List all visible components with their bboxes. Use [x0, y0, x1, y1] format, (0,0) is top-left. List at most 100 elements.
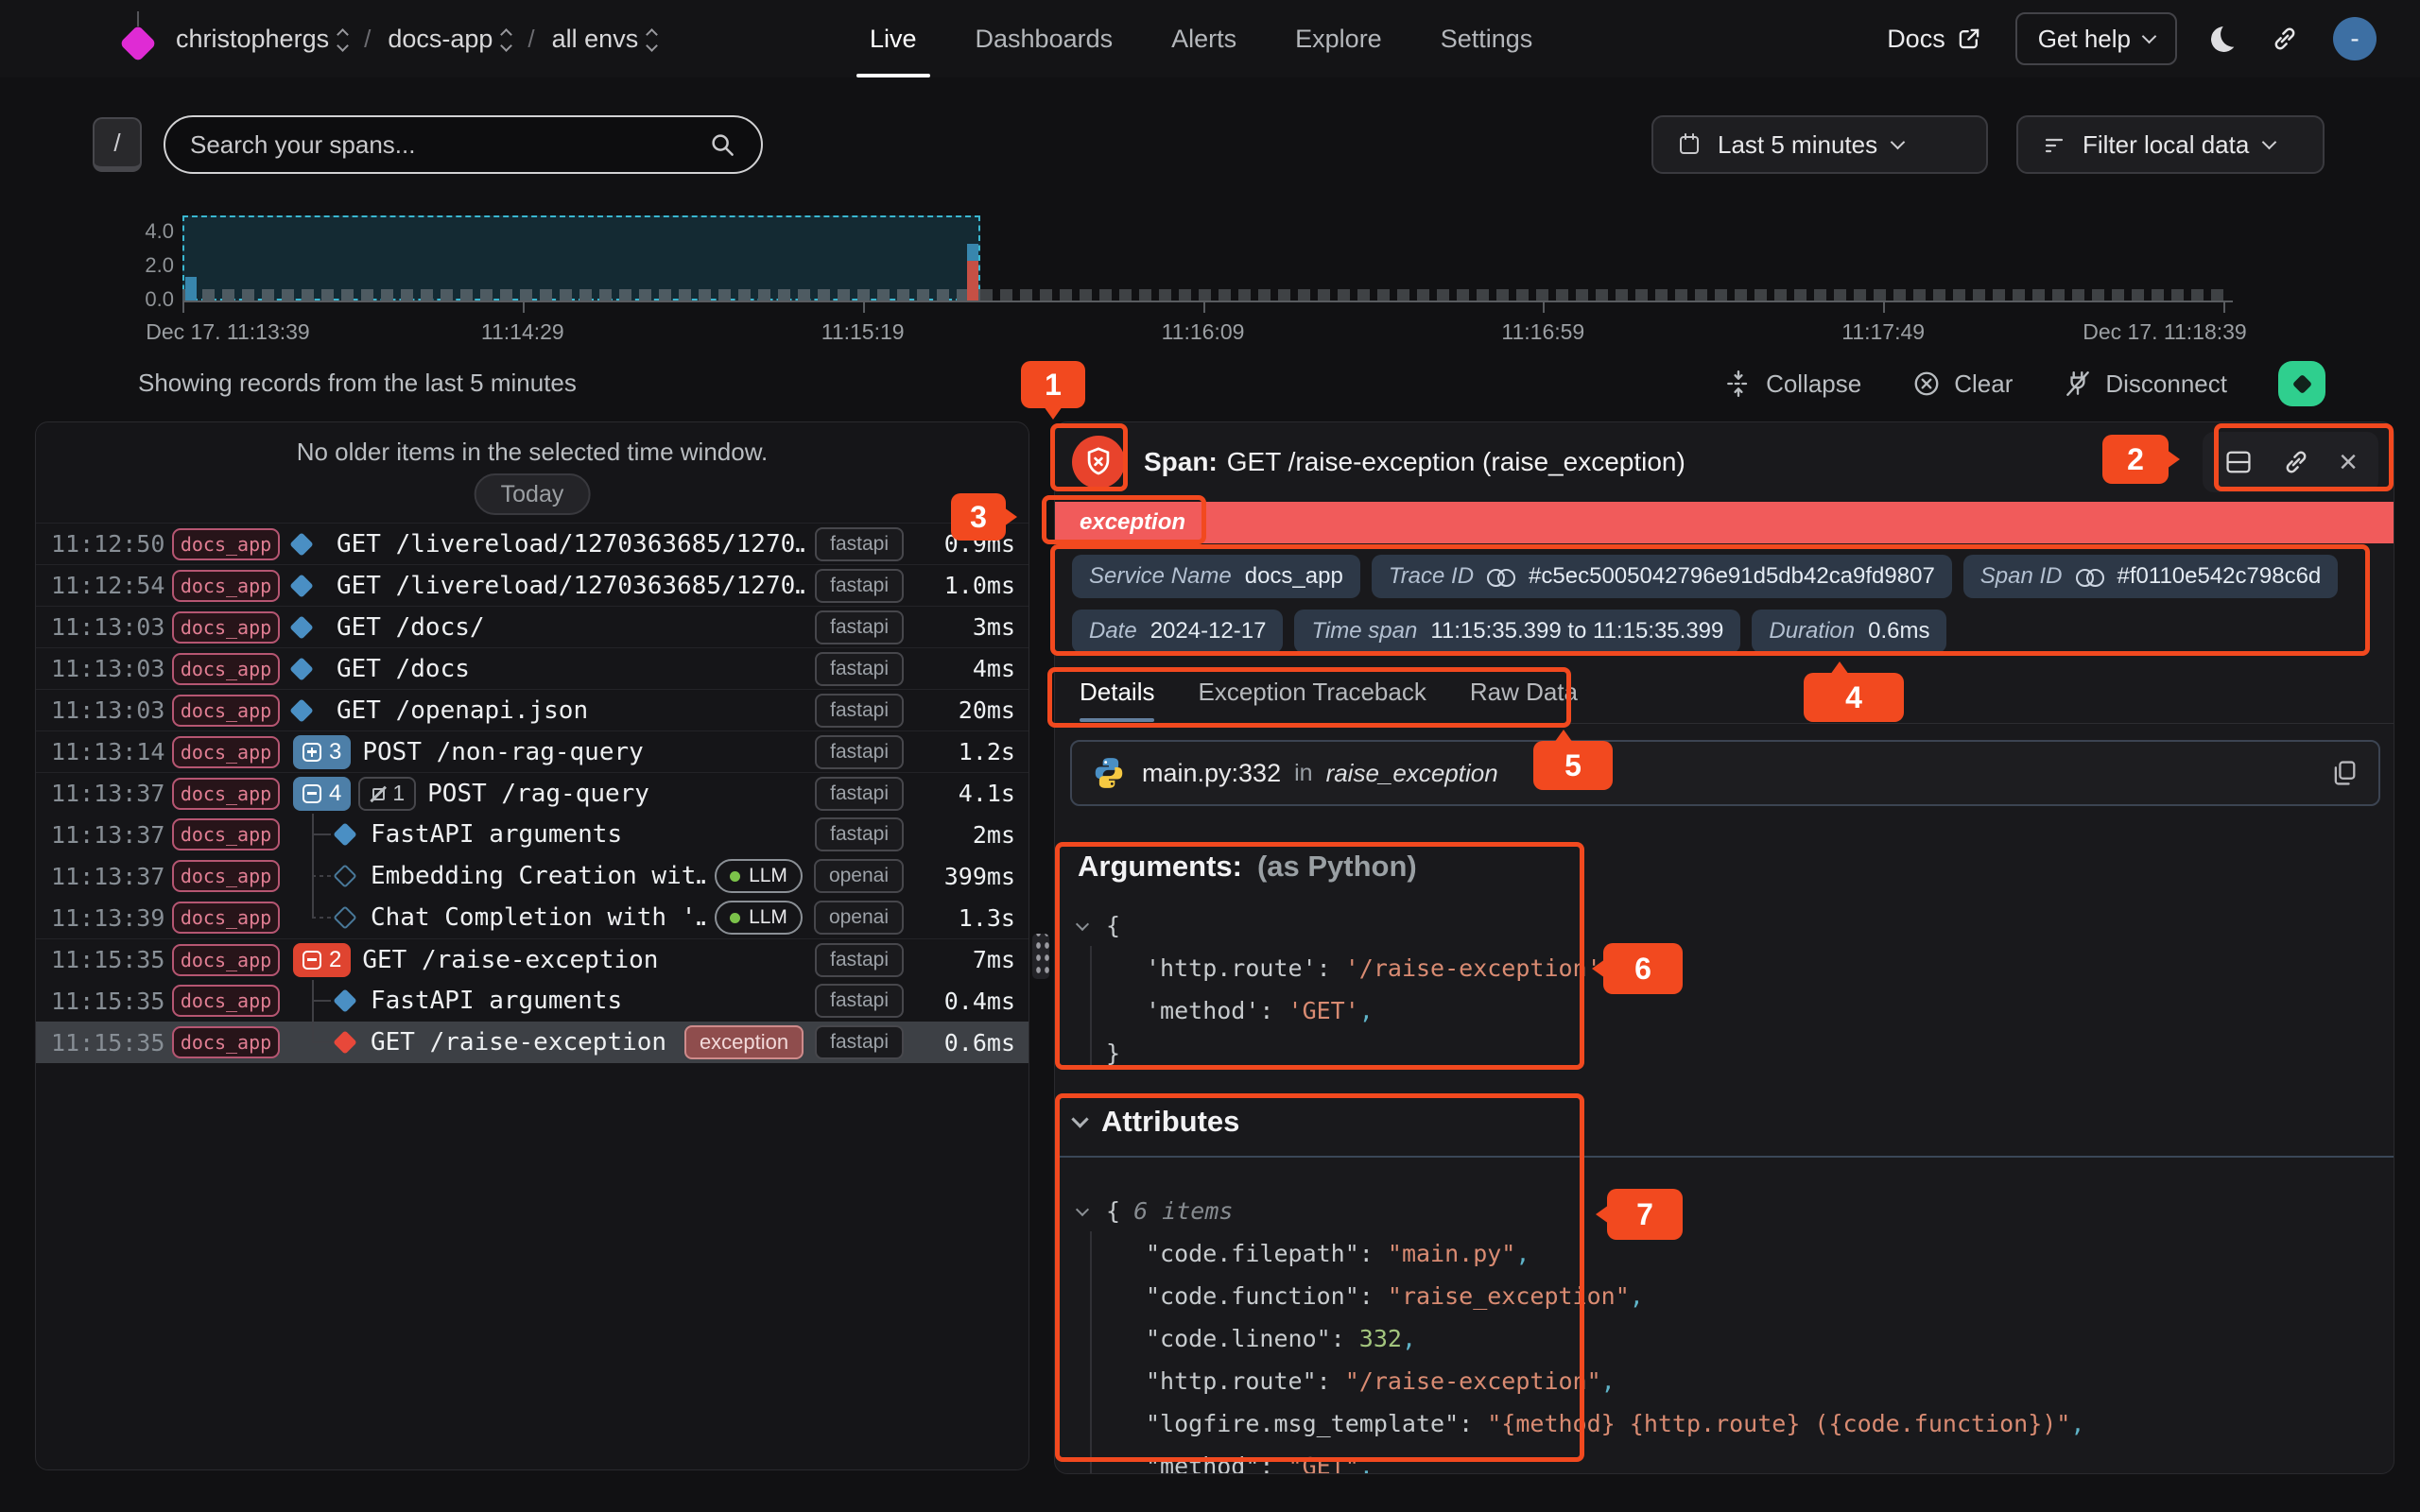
span-list-item[interactable]: 11:15:35docs_app2GET /raise-exceptionfas…	[36, 938, 1028, 980]
attributes-heading[interactable]: Attributes	[1074, 1105, 1239, 1139]
scope-chip[interactable]: fastapi	[815, 777, 904, 811]
span-list-item[interactable]: 11:13:37docs_appEmbedding Creation wit…L…	[36, 855, 1028, 897]
exception-chip[interactable]: exception	[684, 1025, 804, 1059]
calendar-icon	[1676, 131, 1703, 158]
panel-resize-handle[interactable]	[1032, 934, 1049, 979]
llm-pill[interactable]: LLM	[715, 859, 803, 893]
split-view-button[interactable]	[2223, 448, 2254, 476]
span-list-item[interactable]: 11:13:14docs_app3POST /non-rag-queryfast…	[36, 730, 1028, 772]
chevron-down-icon	[2142, 29, 2157, 44]
close-icon[interactable]: ×	[2339, 446, 2358, 478]
hidden-spans-badge[interactable]: 1	[358, 777, 416, 811]
span-list-item[interactable]: 11:12:54docs_appGET /livereload/12703636…	[36, 564, 1028, 606]
logfire-logo-icon[interactable]	[121, 17, 155, 60]
span-list-item[interactable]: 11:13:03docs_appGET /docs/fastapi3ms	[36, 606, 1028, 647]
span-icon-cell	[293, 814, 359, 855]
service-chip[interactable]: docs_app	[172, 985, 280, 1017]
scope-chip[interactable]: fastapi	[815, 569, 904, 603]
theme-toggle-button[interactable]	[2211, 26, 2237, 52]
scope-chip[interactable]: openai	[814, 859, 904, 893]
collapse-button[interactable]: Collapse	[1724, 369, 1861, 399]
docs-label: Docs	[1887, 25, 1945, 54]
expand-collapse-badge[interactable]: 4	[293, 777, 351, 811]
filter-button[interactable]: Filter local data	[2016, 115, 2325, 174]
histogram-bar	[967, 261, 978, 301]
tab-alerts[interactable]: Alerts	[1171, 0, 1236, 77]
link-icon	[2271, 25, 2299, 53]
scope-chip[interactable]: openai	[814, 901, 904, 935]
collapse-icon	[1724, 369, 1753, 398]
service-chip[interactable]: docs_app	[172, 778, 280, 810]
search-input[interactable]	[190, 130, 708, 160]
code-line: }	[1078, 1032, 2118, 1074]
connection-status-indicator[interactable]	[2278, 361, 2325, 406]
clear-button[interactable]: Clear	[1912, 369, 2013, 399]
expand-collapse-badge[interactable]: 2	[293, 943, 351, 977]
tab-settings[interactable]: Settings	[1441, 0, 1533, 77]
scope-chip[interactable]: fastapi	[815, 817, 904, 851]
span-list-item[interactable]: 11:13:37docs_appFastAPI argumentsfastapi…	[36, 814, 1028, 855]
today-pill[interactable]: Today	[475, 473, 591, 515]
service-chip[interactable]: docs_app	[172, 695, 280, 727]
service-chip[interactable]: docs_app	[172, 860, 280, 892]
meta-pill-span-id[interactable]: Span ID#f0110e542c798c6d	[1963, 555, 2338, 598]
service-chip[interactable]: docs_app	[172, 902, 280, 934]
breadcrumb-item-docs-app[interactable]: docs-app	[388, 25, 510, 54]
tree-vline	[312, 897, 314, 918]
service-chip[interactable]: docs_app	[172, 570, 280, 602]
service-chip[interactable]: docs_app	[172, 818, 280, 850]
copy-button[interactable]	[2329, 758, 2360, 788]
service-chip[interactable]: docs_app	[172, 944, 280, 976]
code-line: "code.function": "raise_exception",	[1078, 1275, 2118, 1317]
slash-icon	[370, 785, 387, 802]
scope-chip[interactable]: fastapi	[815, 527, 904, 561]
detail-tab-raw-data[interactable]: Raw Data	[1470, 678, 1578, 722]
service-chip[interactable]: docs_app	[172, 528, 280, 560]
detail-header-actions: ×	[2203, 432, 2378, 492]
scope-chip[interactable]: fastapi	[815, 1025, 904, 1059]
breadcrumb-item-christophergs[interactable]: christophergs	[176, 25, 347, 54]
scope-chip[interactable]: fastapi	[815, 694, 904, 728]
service-chip[interactable]: docs_app	[172, 653, 280, 685]
scope-chip[interactable]: fastapi	[815, 735, 904, 769]
tab-dashboards[interactable]: Dashboards	[976, 0, 1114, 77]
span-list-item[interactable]: 11:15:35docs_appGET /raise-exception …ex…	[36, 1022, 1028, 1063]
time-window-selection[interactable]	[182, 215, 980, 301]
moon-icon	[2209, 24, 2238, 53]
chevron-down-icon[interactable]	[1076, 917, 1089, 930]
copy-span-link-button[interactable]	[2282, 448, 2310, 476]
meta-pill-trace-id[interactable]: Trace ID#c5ec5005042796e91d5db42ca9fd980…	[1372, 555, 1952, 598]
scope-chip[interactable]: fastapi	[815, 984, 904, 1018]
service-chip[interactable]: docs_app	[172, 611, 280, 644]
disconnect-button[interactable]: Disconnect	[2064, 369, 2227, 399]
time-range-button[interactable]: Last 5 minutes	[1651, 115, 1988, 174]
breadcrumb-item-all-envs[interactable]: all envs	[552, 25, 657, 54]
llm-pill[interactable]: LLM	[715, 901, 803, 935]
span-list-item[interactable]: 11:13:03docs_appGET /openapi.jsonfastapi…	[36, 689, 1028, 730]
chevron-down-icon	[1071, 1110, 1088, 1127]
service-chip[interactable]: docs_app	[172, 736, 280, 768]
span-name: FastAPI arguments	[371, 820, 805, 849]
span-list-item[interactable]: 11:15:35docs_appFastAPI argumentsfastapi…	[36, 980, 1028, 1022]
avatar[interactable]: -	[2333, 17, 2377, 60]
get-help-button[interactable]: Get help	[2015, 12, 2177, 65]
tab-explore[interactable]: Explore	[1295, 0, 1382, 77]
scope-chip[interactable]: fastapi	[815, 652, 904, 686]
detail-tab-exception-traceback[interactable]: Exception Traceback	[1198, 678, 1426, 722]
scope-chip[interactable]: fastapi	[815, 610, 904, 644]
chevron-down-icon[interactable]	[1076, 1202, 1089, 1215]
breadcrumb-separator: /	[364, 25, 371, 54]
service-chip[interactable]: docs_app	[172, 1026, 280, 1058]
span-diamond-icon	[289, 657, 313, 680]
detail-tab-details[interactable]: Details	[1080, 678, 1154, 722]
docs-link[interactable]: Docs	[1887, 25, 1981, 54]
tab-live[interactable]: Live	[870, 0, 917, 77]
span-tags: fastapi	[815, 735, 904, 769]
scope-chip[interactable]: fastapi	[815, 943, 904, 977]
expand-collapse-badge[interactable]: 3	[293, 735, 351, 769]
share-link-button[interactable]	[2271, 25, 2299, 53]
span-list-item[interactable]: 11:13:37docs_app41POST /rag-queryfastapi…	[36, 772, 1028, 814]
span-list-item[interactable]: 11:12:50docs_appGET /livereload/12703636…	[36, 523, 1028, 564]
span-list-item[interactable]: 11:13:39docs_appChat Completion with '…L…	[36, 897, 1028, 938]
span-list-item[interactable]: 11:13:03docs_appGET /docsfastapi4ms	[36, 647, 1028, 689]
